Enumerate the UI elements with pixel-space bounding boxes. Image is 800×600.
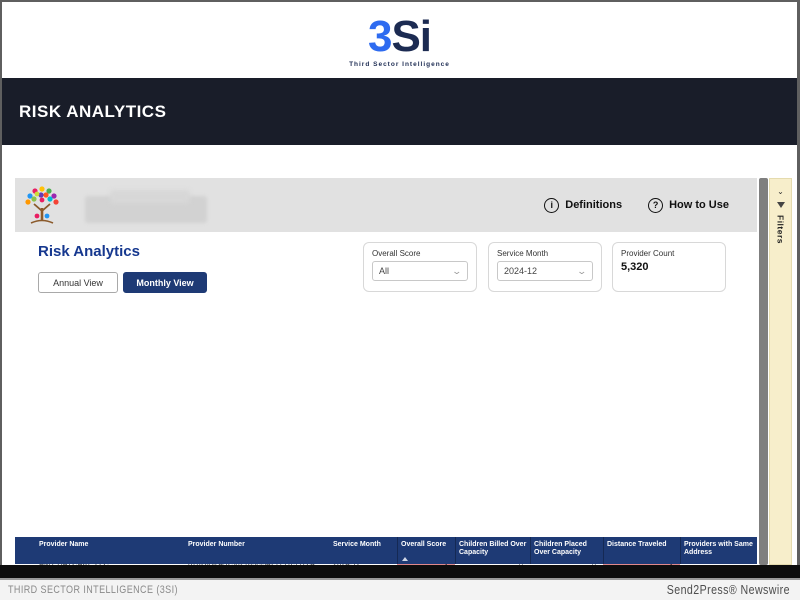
overall-score-label: Overall Score xyxy=(372,249,468,258)
logo-subtitle: Third Sector Intelligence xyxy=(349,61,450,68)
question-icon: ? xyxy=(648,198,663,213)
provider-count-label: Provider Count xyxy=(621,249,717,258)
table-header-row: Provider Name Provider Number Service Mo… xyxy=(15,537,757,564)
how-to-use-label: How to Use xyxy=(669,199,729,211)
frame-border-top xyxy=(0,0,800,2)
annual-view-button[interactable]: Annual View xyxy=(38,272,118,293)
frame-border-left xyxy=(0,0,2,565)
overall-score-card: Overall Score All ⌄ xyxy=(363,242,477,292)
col-same-address[interactable]: Providers with Same Address xyxy=(680,537,757,564)
3si-logo: 3Si xyxy=(368,16,431,58)
monthly-view-button[interactable]: Monthly View xyxy=(123,272,207,293)
col-children-placed[interactable]: Children Placed Over Capacity xyxy=(530,537,603,564)
col-provider-name[interactable]: Provider Name xyxy=(15,537,185,564)
definitions-label: Definitions xyxy=(565,199,622,211)
help-links: i Definitions ? How to Use xyxy=(544,178,729,232)
footer-bar: THIRD SECTOR INTELLIGENCE (3SI) Send2Pre… xyxy=(0,578,800,600)
service-month-label: Service Month xyxy=(497,249,593,258)
chevron-down-icon: ⌄ xyxy=(577,267,588,276)
provider-count-card: Provider Count 5,320 xyxy=(612,242,726,292)
overall-score-value: All xyxy=(379,266,389,276)
vertical-scrollbar[interactable] xyxy=(759,178,768,565)
col-overall-score[interactable]: Overall Score xyxy=(397,537,455,564)
overall-score-select[interactable]: All ⌄ xyxy=(372,261,468,281)
footer-newswire: Send2Press® Newswire xyxy=(667,583,790,597)
risk-table: Provider Name Provider Number Service Mo… xyxy=(15,537,757,565)
redacted-org-name-blur xyxy=(110,190,190,204)
filters-panel-tab[interactable]: ⌄ Filters xyxy=(769,178,792,565)
provider-count-value: 5,320 xyxy=(621,261,725,273)
col-children-billed[interactable]: Children Billed Over Capacity xyxy=(455,537,530,564)
info-icon: i xyxy=(544,198,559,213)
footer-attribution: THIRD SECTOR INTELLIGENCE (3SI) xyxy=(8,584,178,596)
org-bar: i Definitions ? How to Use xyxy=(15,178,757,232)
filter-funnel-icon xyxy=(777,202,785,208)
chevron-down-icon: ⌄ xyxy=(452,267,463,276)
sort-ascending-icon xyxy=(402,557,408,561)
col-distance-traveled[interactable]: Distance Traveled xyxy=(603,537,680,564)
logo-text-blue: 3 xyxy=(368,12,391,61)
service-month-card: Service Month 2024-12 ⌄ xyxy=(488,242,602,292)
filters-tab-label: Filters xyxy=(776,215,786,244)
dashboard-panel: Risk Analytics Annual View Monthly View … xyxy=(15,232,757,565)
page-header-bar: RISK ANALYTICS xyxy=(2,78,797,145)
service-month-value: 2024-12 xyxy=(504,266,537,276)
logo-text-navy: Si xyxy=(391,12,431,61)
how-to-use-button[interactable]: ? How to Use xyxy=(648,198,729,213)
collapse-chevron-icon: ⌄ xyxy=(777,188,784,196)
page-title: RISK ANALYTICS xyxy=(19,102,166,122)
masthead: 3Si Third Sector Intelligence xyxy=(2,2,797,78)
org-tree-logo xyxy=(20,183,64,227)
dashboard-title: Risk Analytics xyxy=(38,243,140,260)
bottom-divider-bar xyxy=(0,565,800,578)
col-service-month[interactable]: Service Month xyxy=(330,537,397,564)
definitions-button[interactable]: i Definitions xyxy=(544,198,622,213)
service-month-select[interactable]: 2024-12 ⌄ xyxy=(497,261,593,281)
col-provider-number[interactable]: Provider Number xyxy=(185,537,330,564)
col-overall-score-label: Overall Score xyxy=(401,541,446,548)
